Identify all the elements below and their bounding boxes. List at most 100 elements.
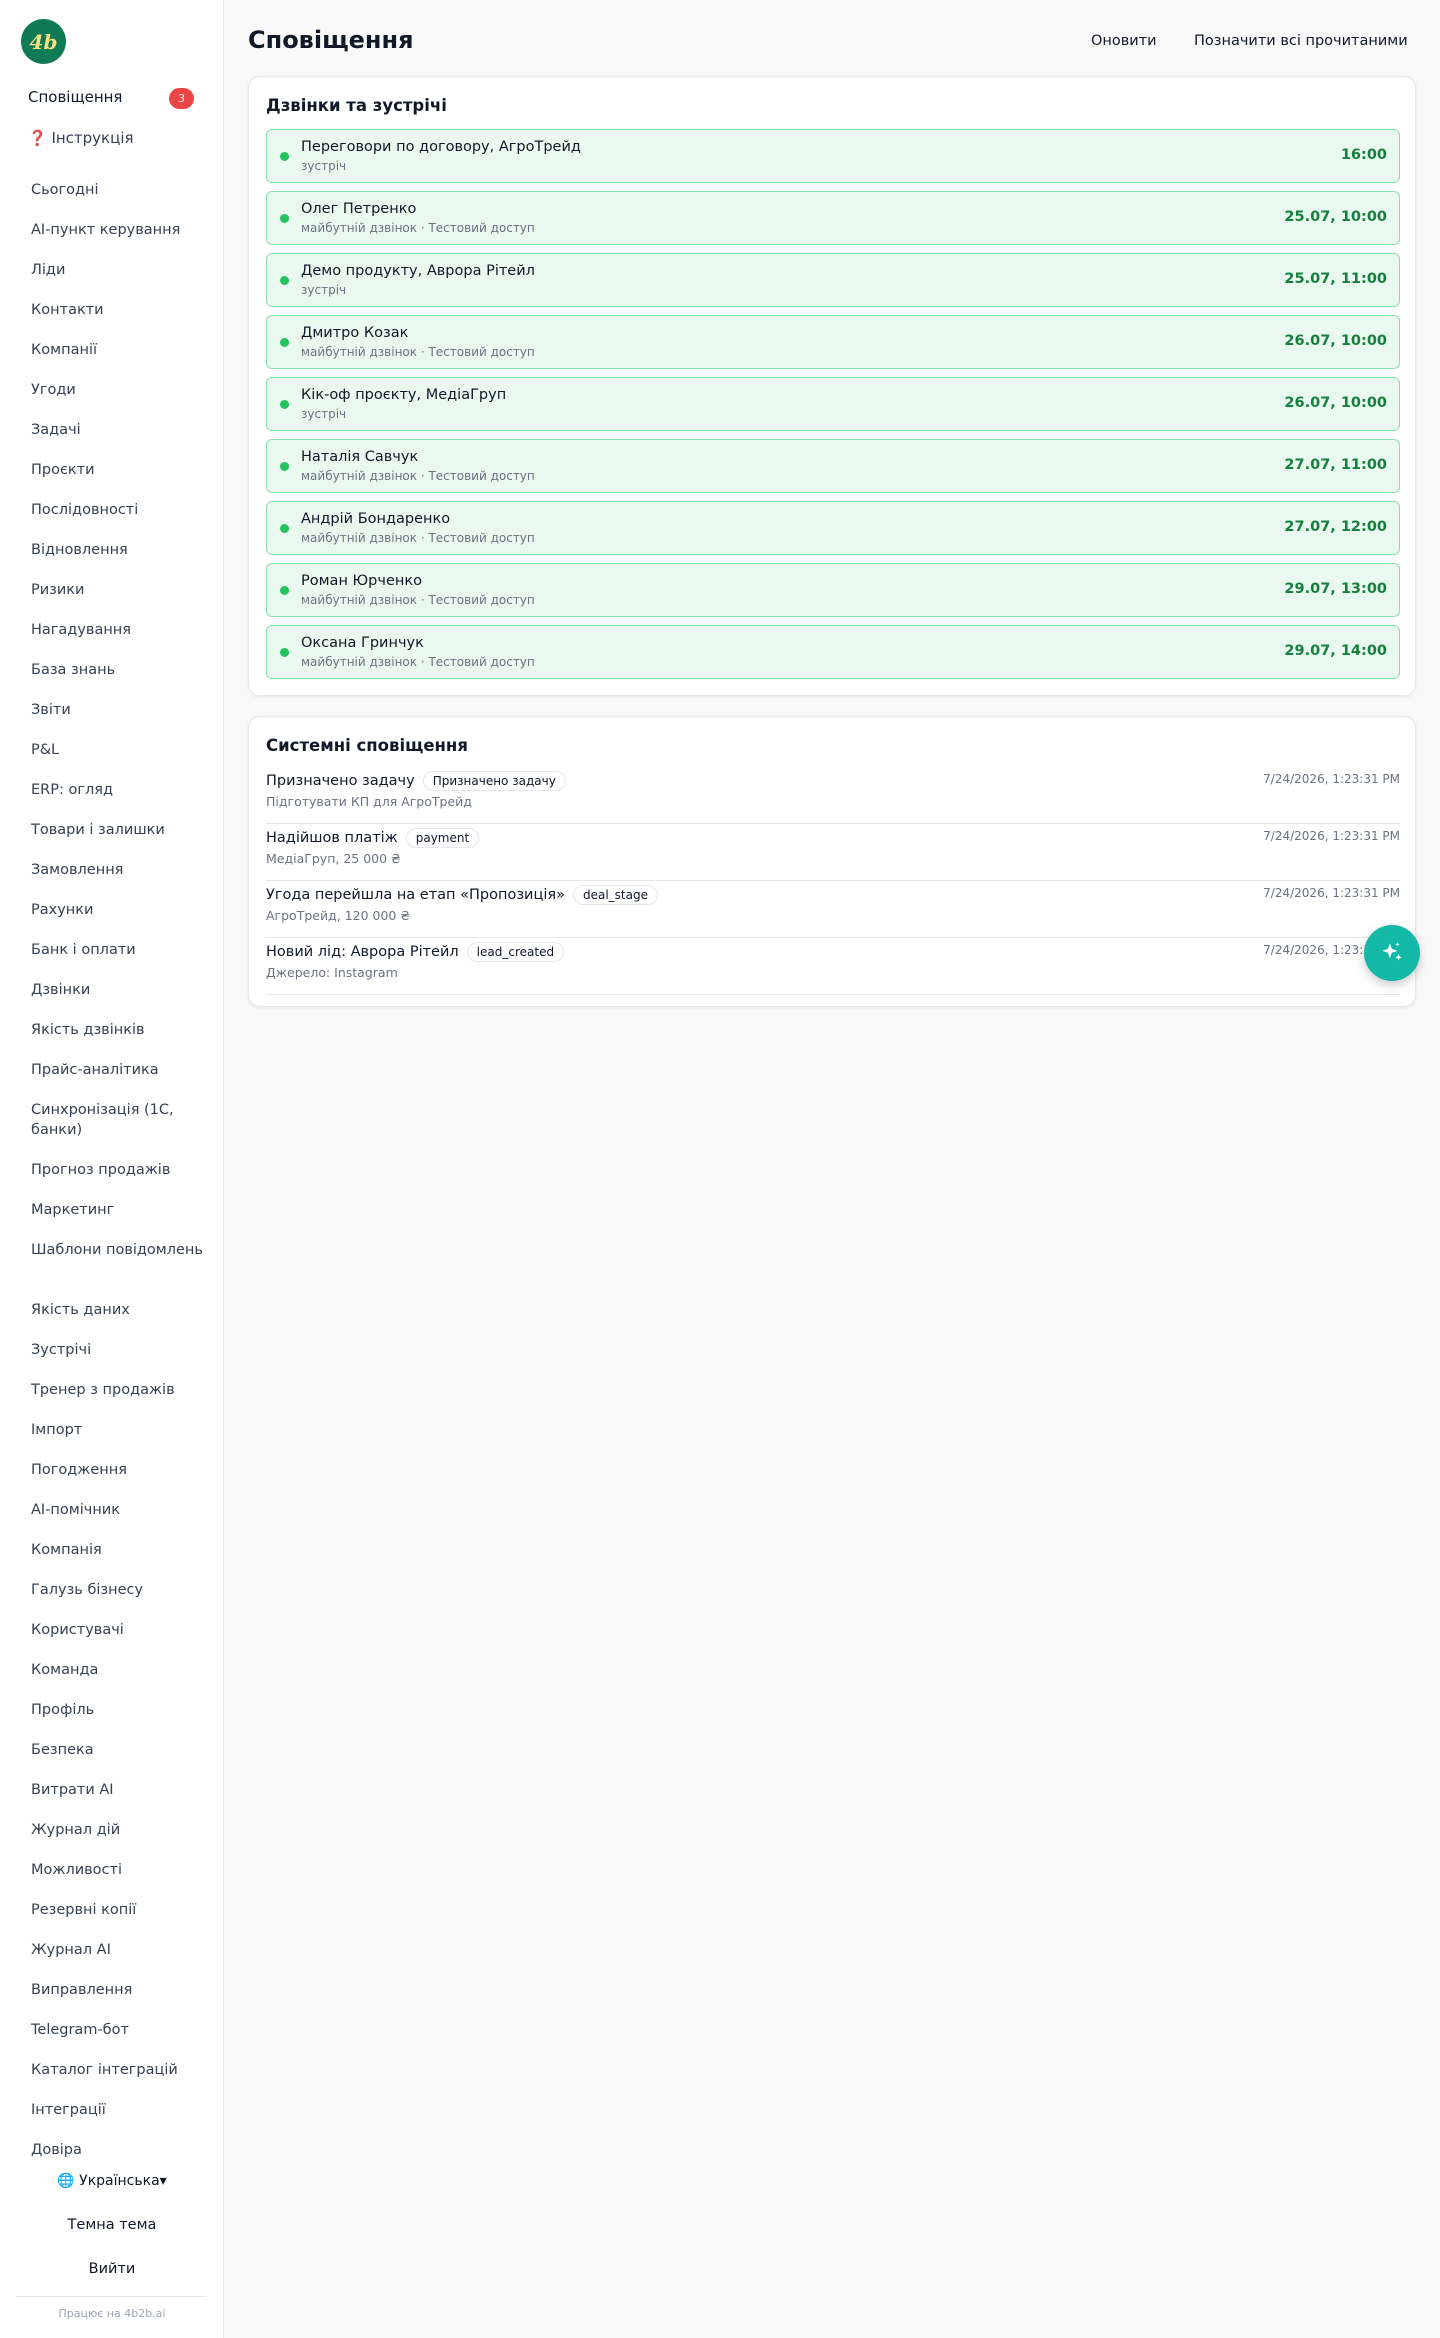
notification-title: Новий лід: Аврора Рітейл [266, 944, 459, 960]
sidebar-item[interactable]: Компанія [31, 1530, 211, 1570]
call-time: 26.07, 10:00 [1284, 395, 1387, 411]
sidebar-item[interactable]: Виправлення [31, 1970, 211, 2010]
sidebar-item[interactable]: База знань [31, 650, 211, 690]
sidebar-item[interactable]: Каталог інтеграцій [31, 2050, 211, 2090]
sidebar-item[interactable]: Якість даних [31, 1290, 211, 1330]
app-logo[interactable]: 4b [21, 19, 66, 64]
language-select[interactable]: 🌐 Українська▾ [0, 2173, 224, 2189]
powered-by: Працює на 4b2b.ai [58, 2307, 166, 2320]
sidebar-item[interactable]: Ризики [31, 570, 211, 610]
sidebar: 4b Сповіщення 3 ❓ Інструкція Сьогодні AI-… [0, 0, 224, 2338]
notification-timestamp: 7/24/2026, 1:23:31 PM [1263, 829, 1400, 843]
logout-button[interactable]: Вийти [0, 2261, 224, 2277]
notification-detail: Підготувати КП для АгроТрейд [266, 794, 472, 809]
sidebar-item[interactable]: Послідовності [31, 490, 211, 530]
sidebar-item[interactable]: Банк і оплати [31, 930, 211, 970]
sidebar-item[interactable]: Користувачі [31, 1610, 211, 1650]
system-notification[interactable]: Призначено задачу Призначено задачу Підгот… [266, 767, 1400, 824]
sidebar-item[interactable]: Журнал AI [31, 1930, 211, 1970]
sidebar-item[interactable]: Тренер з продажів [31, 1370, 211, 1410]
sidebar-item[interactable]: Рахунки [31, 890, 211, 930]
call-item[interactable]: Демо продукту, Аврора Рітейл зустріч 25.07… [266, 253, 1400, 307]
sidebar-item[interactable]: Галузь бізнесу [31, 1570, 211, 1610]
sidebar-item[interactable]: Погодження [31, 1450, 211, 1490]
call-title: Роман Юрченко [301, 573, 422, 589]
sidebar-item[interactable]: Задачі [31, 410, 211, 450]
sidebar-item[interactable]: Прогноз продажів [31, 1150, 211, 1190]
call-item[interactable]: Дмитро Козак майбутній дзвінок · Тестовий… [266, 315, 1400, 369]
call-title: Демо продукту, Аврора Рітейл [301, 263, 535, 279]
sidebar-item[interactable]: Синхронізація (1С, банки) [31, 1090, 211, 1150]
sidebar-item[interactable]: Товари і залишки [31, 810, 211, 850]
call-subtitle: майбутній дзвінок · Тестовий доступ [301, 593, 535, 607]
system-card-title: Системні сповіщення [266, 736, 468, 755]
sidebar-item[interactable]: Маркетинг [31, 1190, 211, 1230]
call-time: 29.07, 14:00 [1284, 643, 1387, 659]
sidebar-item[interactable]: Зустрічі [31, 1330, 211, 1370]
sidebar-item[interactable]: Безпека [31, 1730, 211, 1770]
sidebar-item-notifications[interactable]: Сповіщення [28, 88, 122, 106]
sidebar-item[interactable]: Угоди [31, 370, 211, 410]
sidebar-item[interactable]: Якість дзвінків [31, 1010, 211, 1050]
sidebar-item[interactable]: Довіра [31, 2130, 211, 2170]
sidebar-item[interactable]: AI-помічник [31, 1490, 211, 1530]
notification-timestamp: 7/24/2026, 1:23:31 PM [1263, 886, 1400, 900]
calls-card-title: Дзвінки та зустрічі [266, 96, 447, 115]
call-item[interactable]: Роман Юрченко майбутній дзвінок · Тестови… [266, 563, 1400, 617]
call-item[interactable]: Наталія Савчук майбутній дзвінок · Тестов… [266, 439, 1400, 493]
sidebar-item[interactable]: Дзвінки [31, 970, 211, 1010]
sidebar-item[interactable]: Можливості [31, 1850, 211, 1890]
sidebar-item[interactable]: Імпорт [31, 1410, 211, 1450]
sidebar-item[interactable]: Ліди [31, 250, 211, 290]
sidebar-item[interactable]: P&L [31, 730, 211, 770]
status-dot-icon [280, 338, 289, 347]
call-subtitle: майбутній дзвінок · Тестовий доступ [301, 345, 535, 359]
system-notifications-card: Системні сповіщення Призначено задачу При… [248, 716, 1416, 1007]
system-notification[interactable]: Надійшов платіж payment МедіаГруп, 25 000 … [266, 824, 1400, 881]
sidebar-item[interactable]: Команда [31, 1650, 211, 1690]
sidebar-item[interactable]: Інтеграції [31, 2090, 211, 2130]
call-item[interactable]: Оксана Гринчук майбутній дзвінок · Тестов… [266, 625, 1400, 679]
mark-all-read-button[interactable]: Позначити всі прочитаними [1194, 33, 1408, 49]
sidebar-item[interactable]: Прайс-аналітика [31, 1050, 211, 1090]
notification-title-row: Новий лід: Аврора Рітейл lead_created [266, 942, 565, 962]
status-dot-icon [280, 214, 289, 223]
sidebar-item[interactable]: Telegram-бот [31, 2010, 211, 2050]
sidebar-item[interactable]: Звіти [31, 690, 211, 730]
call-item[interactable]: Андрій Бондаренко майбутній дзвінок · Тес… [266, 501, 1400, 555]
sidebar-item[interactable]: Компанії [31, 330, 211, 370]
call-item[interactable]: Олег Петренко майбутній дзвінок · Тестови… [266, 191, 1400, 245]
system-notification[interactable]: Угода перейшла на етап «Пропозиція» deal_… [266, 881, 1400, 938]
sidebar-item[interactable]: Нагадування [31, 610, 211, 650]
sidebar-item[interactable]: Сьогодні [31, 170, 211, 210]
ai-assistant-button[interactable] [1364, 925, 1420, 981]
refresh-button[interactable]: Оновити [1091, 33, 1157, 49]
notifications-count-badge: 3 [169, 88, 194, 109]
sidebar-item[interactable]: Журнал дій [31, 1810, 211, 1850]
call-subtitle: зустріч [301, 283, 347, 297]
dark-theme-button[interactable]: Темна тема [0, 2217, 224, 2233]
sidebar-item[interactable]: Шаблони повідомлень [31, 1230, 211, 1290]
notification-title-row: Призначено задачу Призначено задачу [266, 771, 566, 791]
call-item[interactable]: Переговори по договору, АгроТрейд зустріч… [266, 129, 1400, 183]
sidebar-item[interactable]: AI-пункт керування [31, 210, 211, 250]
call-time: 16:00 [1340, 147, 1387, 163]
sidebar-item-help[interactable]: ❓ Інструкція [28, 129, 134, 147]
sidebar-item[interactable]: Замовлення [31, 850, 211, 890]
call-subtitle: майбутній дзвінок · Тестовий доступ [301, 655, 535, 669]
sidebar-item[interactable]: ERP: огляд [31, 770, 211, 810]
sidebar-item[interactable]: Контакти [31, 290, 211, 330]
call-item[interactable]: Кік-оф проєкту, МедіаГруп зустріч 26.07, 1… [266, 377, 1400, 431]
notification-title-row: Надійшов платіж payment [266, 828, 480, 848]
sidebar-divider [16, 2296, 207, 2297]
call-title: Кік-оф проєкту, МедіаГруп [301, 387, 507, 403]
notification-detail: АгроТрейд, 120 000 ₴ [266, 908, 411, 923]
sidebar-item[interactable]: Резервні копії [31, 1890, 211, 1930]
call-subtitle: майбутній дзвінок · Тестовий доступ [301, 221, 535, 235]
sidebar-item[interactable]: Витрати AI [31, 1770, 211, 1810]
sidebar-item[interactable]: Відновлення [31, 530, 211, 570]
sidebar-item[interactable]: Проєкти [31, 450, 211, 490]
system-notification[interactable]: Новий лід: Аврора Рітейл lead_created Джер… [266, 938, 1400, 995]
sidebar-item[interactable]: Профіль [31, 1690, 211, 1730]
call-time: 25.07, 10:00 [1284, 209, 1387, 225]
